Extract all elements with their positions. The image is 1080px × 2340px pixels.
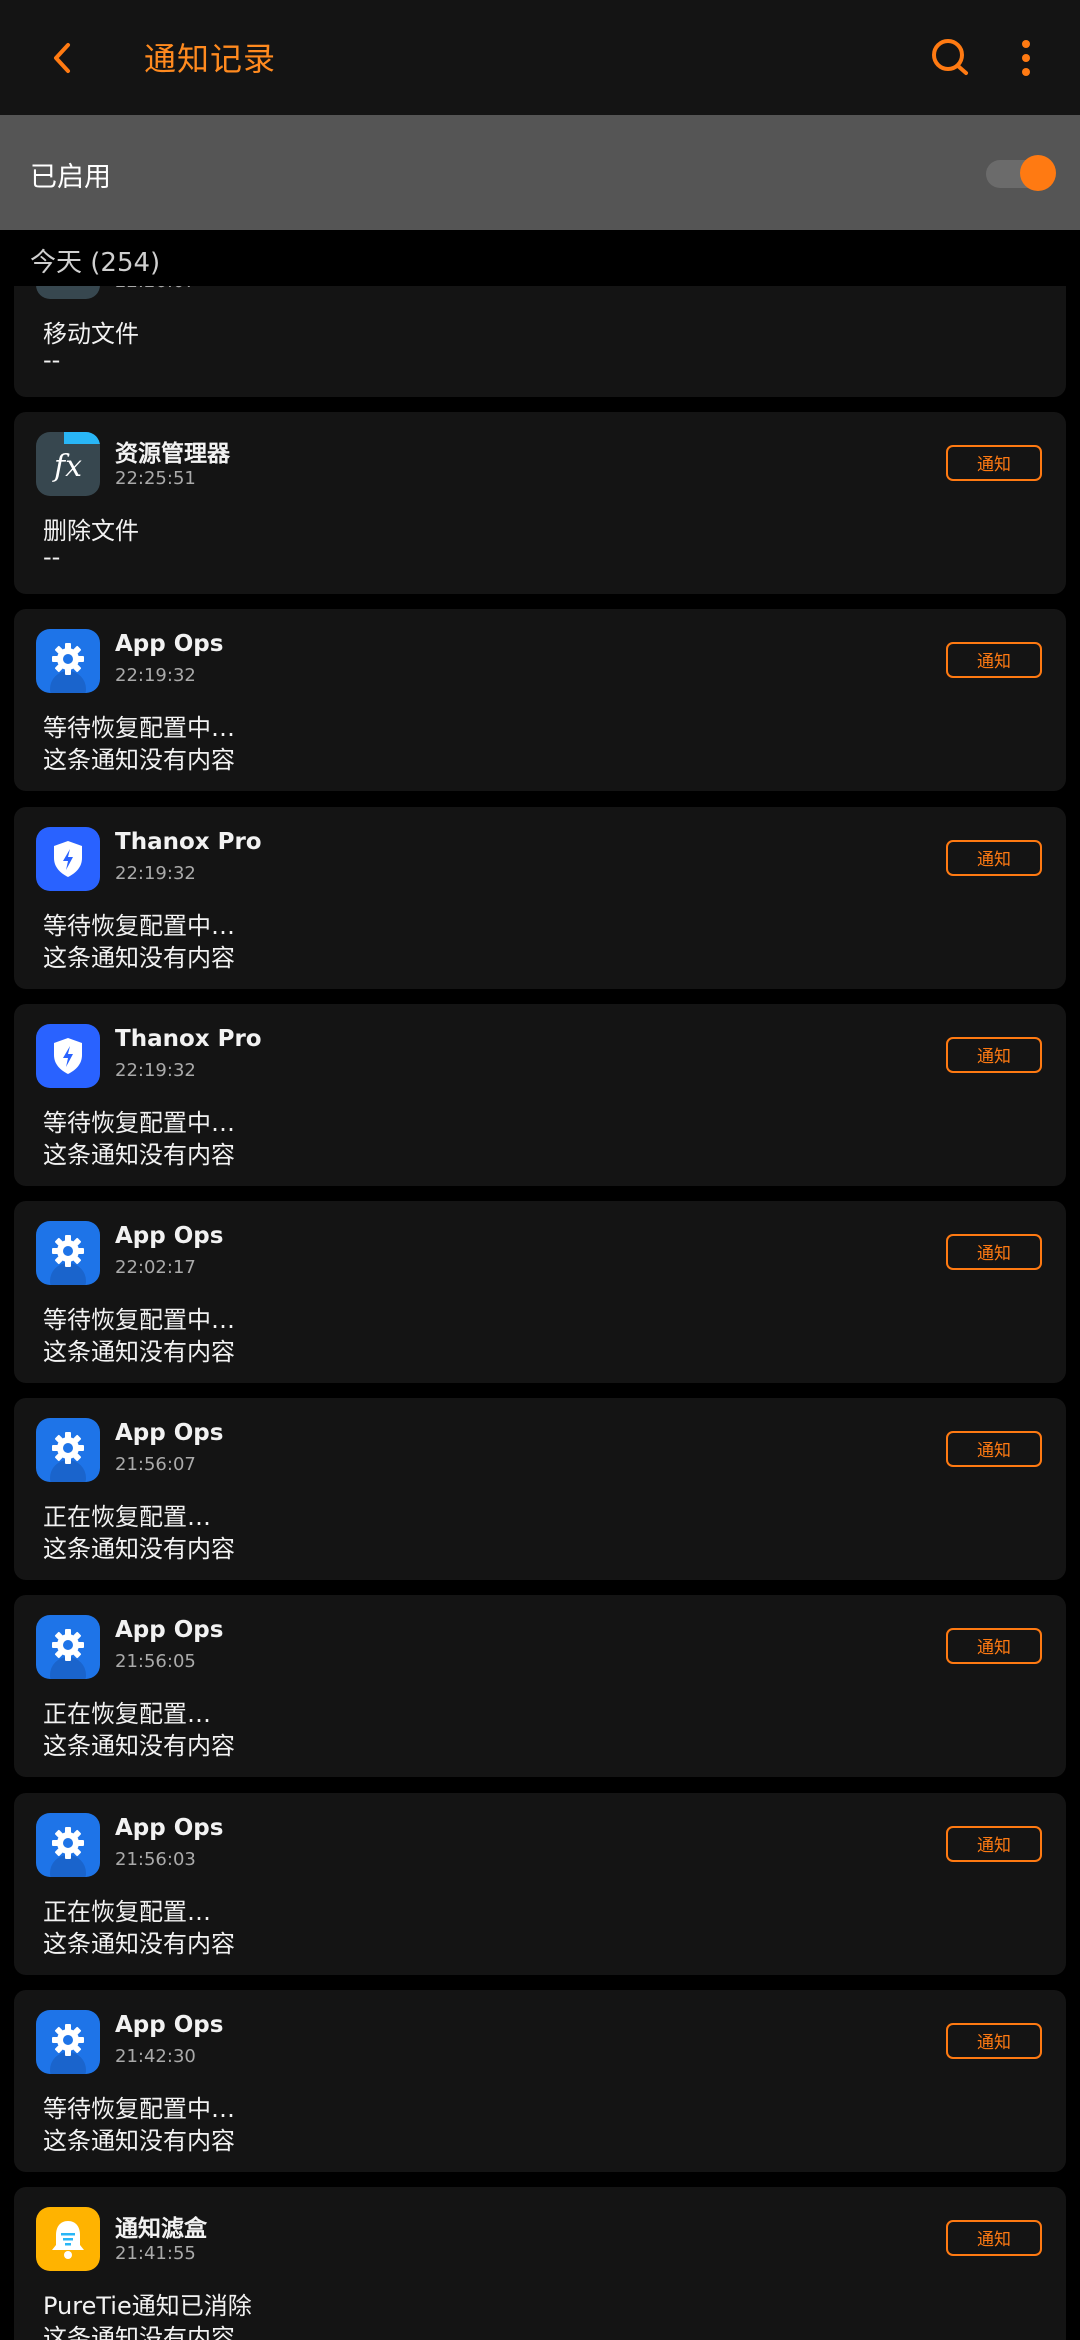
notification-title: 移动文件 bbox=[43, 320, 139, 348]
search-icon[interactable] bbox=[926, 33, 976, 83]
notification-title: 删除文件 bbox=[43, 517, 139, 546]
notify-button[interactable]: 通知 bbox=[946, 642, 1042, 679]
notification-title: 正在恢复配置… bbox=[43, 1503, 211, 1532]
shield-bolt-icon bbox=[36, 1023, 100, 1088]
notify-button[interactable]: 通知 bbox=[946, 445, 1042, 482]
app-name: Thanox Pro bbox=[115, 828, 262, 855]
notify-button[interactable]: 通知 bbox=[946, 1234, 1042, 1270]
back-arrow-icon[interactable] bbox=[38, 33, 88, 83]
notification-card[interactable]: App Ops 22:02:17 等待恢复配置中… 这条通知没有内容 通知 bbox=[14, 1201, 1066, 1383]
gear-icon bbox=[36, 1418, 100, 1483]
notification-title: 等待恢复配置中… bbox=[43, 911, 235, 940]
shield-bolt-icon bbox=[36, 826, 100, 891]
notification-time: 22:19:32 bbox=[115, 665, 196, 687]
app-name: App Ops bbox=[115, 2011, 224, 2038]
app-name: App Ops bbox=[115, 1814, 224, 1841]
notification-content: -- bbox=[43, 543, 61, 572]
bell-filter-icon bbox=[36, 2207, 100, 2271]
notification-content: 这条通知没有内容 bbox=[43, 1338, 235, 1366]
switch-thumb bbox=[1020, 155, 1056, 191]
notification-content: 这条通知没有内容 bbox=[43, 1732, 235, 1761]
notification-time: 22:25:51 bbox=[115, 468, 196, 490]
gear-icon bbox=[36, 1221, 100, 1285]
notification-time: 21:56:03 bbox=[115, 1848, 196, 1870]
enable-switch[interactable] bbox=[986, 155, 1056, 191]
gear-icon bbox=[36, 629, 100, 694]
notification-title: 等待恢复配置中… bbox=[43, 1306, 235, 1334]
notification-content: 这条通知没有内容 bbox=[43, 1929, 235, 1958]
app-name: 资源管理器 bbox=[115, 441, 230, 468]
notification-content: 这条通知没有内容 bbox=[43, 1535, 235, 1564]
notification-title: 等待恢复配置中… bbox=[43, 1108, 235, 1137]
notify-button[interactable]: 通知 bbox=[946, 1628, 1042, 1665]
notification-time: 22:19:32 bbox=[115, 1059, 196, 1081]
notify-button[interactable]: 通知 bbox=[946, 2220, 1042, 2256]
notify-button[interactable]: 通知 bbox=[946, 1036, 1042, 1073]
app-bar: 通知记录 bbox=[0, 0, 1080, 115]
svg-text:fx: fx bbox=[52, 449, 82, 484]
app-name: 通知滤盒 bbox=[115, 2216, 207, 2242]
notify-button[interactable]: 通知 bbox=[946, 1825, 1042, 1862]
notification-content: 这条通知没有内容 bbox=[43, 2324, 235, 2340]
notification-content: 这条通知没有内容 bbox=[43, 943, 235, 972]
notification-title: 正在恢复配置… bbox=[43, 1700, 211, 1729]
app-name: App Ops bbox=[115, 1617, 224, 1644]
notification-time: 22:19:32 bbox=[115, 862, 196, 884]
toggle-label: 已启用 bbox=[30, 162, 111, 193]
app-name: App Ops bbox=[115, 1223, 224, 1249]
notification-card[interactable]: 通知滤盒 21:41:55 PureTie通知已消除这条通知没有内容 通知 bbox=[14, 2187, 1066, 2340]
gear-icon bbox=[36, 1812, 100, 1877]
notification-card[interactable]: App Ops 21:56:05 正在恢复配置… 这条通知没有内容 通知 bbox=[14, 1595, 1066, 1778]
service-toggle-bar[interactable]: 已启用 bbox=[0, 115, 1080, 230]
notification-card[interactable]: App Ops 21:56:07 正在恢复配置… 这条通知没有内容 通知 bbox=[14, 1398, 1066, 1581]
notify-button[interactable]: 通知 bbox=[946, 1431, 1042, 1468]
section-header: 今天 (254) bbox=[0, 230, 1080, 286]
app-name: Thanox Pro bbox=[115, 1025, 262, 1052]
notify-button[interactable]: 通知 bbox=[946, 2022, 1042, 2059]
notification-card[interactable]: App Ops 21:56:03 正在恢复配置… 这条通知没有内容 通知 bbox=[14, 1792, 1066, 1975]
app-name: App Ops bbox=[115, 1420, 224, 1447]
notification-time: 21:42:30 bbox=[115, 2045, 196, 2067]
app-name: App Ops bbox=[115, 631, 224, 658]
section-label: 今天 (254) bbox=[30, 248, 161, 278]
notification-time: 21:41:55 bbox=[115, 2243, 196, 2264]
file-manager-icon: fx bbox=[36, 432, 100, 497]
page-title: 通知记录 bbox=[144, 40, 277, 78]
notification-card[interactable]: fx 资源管理器 22:25:51 删除文件 -- 通知 bbox=[14, 412, 1066, 595]
notification-card[interactable]: App Ops 21:42:30 等待恢复配置中… 这条通知没有内容 通知 bbox=[14, 1989, 1066, 2172]
notification-list[interactable]: fx22:26:07移动文件--通知fx资源管理器22:25:51删除文件--通… bbox=[0, 230, 1080, 2340]
notification-title: PureTie通知已消除 bbox=[43, 2292, 252, 2320]
notification-title: 等待恢复配置中… bbox=[43, 714, 235, 743]
notification-card[interactable]: App Ops 22:19:32 等待恢复配置中… 这条通知没有内容 通知 bbox=[14, 609, 1066, 792]
notification-content: 这条通知没有内容 bbox=[43, 2126, 235, 2155]
notification-time: 21:56:07 bbox=[115, 1454, 196, 1476]
notification-content: 这条通知没有内容 bbox=[43, 1140, 235, 1169]
notification-content: -- bbox=[43, 346, 61, 374]
notification-title: 正在恢复配置… bbox=[43, 1897, 211, 1926]
notification-content: 这条通知没有内容 bbox=[43, 746, 235, 775]
notification-title: 等待恢复配置中… bbox=[43, 2094, 235, 2123]
more-options-icon[interactable] bbox=[1006, 33, 1046, 83]
notification-card[interactable]: Thanox Pro 22:19:32 等待恢复配置中… 这条通知没有内容 通知 bbox=[14, 806, 1066, 989]
notification-card[interactable]: Thanox Pro 22:19:32 等待恢复配置中… 这条通知没有内容 通知 bbox=[14, 1003, 1066, 1186]
notification-time: 22:02:17 bbox=[115, 1257, 196, 1278]
gear-icon bbox=[36, 1615, 100, 1680]
gear-icon bbox=[36, 2009, 100, 2074]
notification-time: 21:56:05 bbox=[115, 1651, 196, 1673]
notify-button[interactable]: 通知 bbox=[946, 839, 1042, 876]
